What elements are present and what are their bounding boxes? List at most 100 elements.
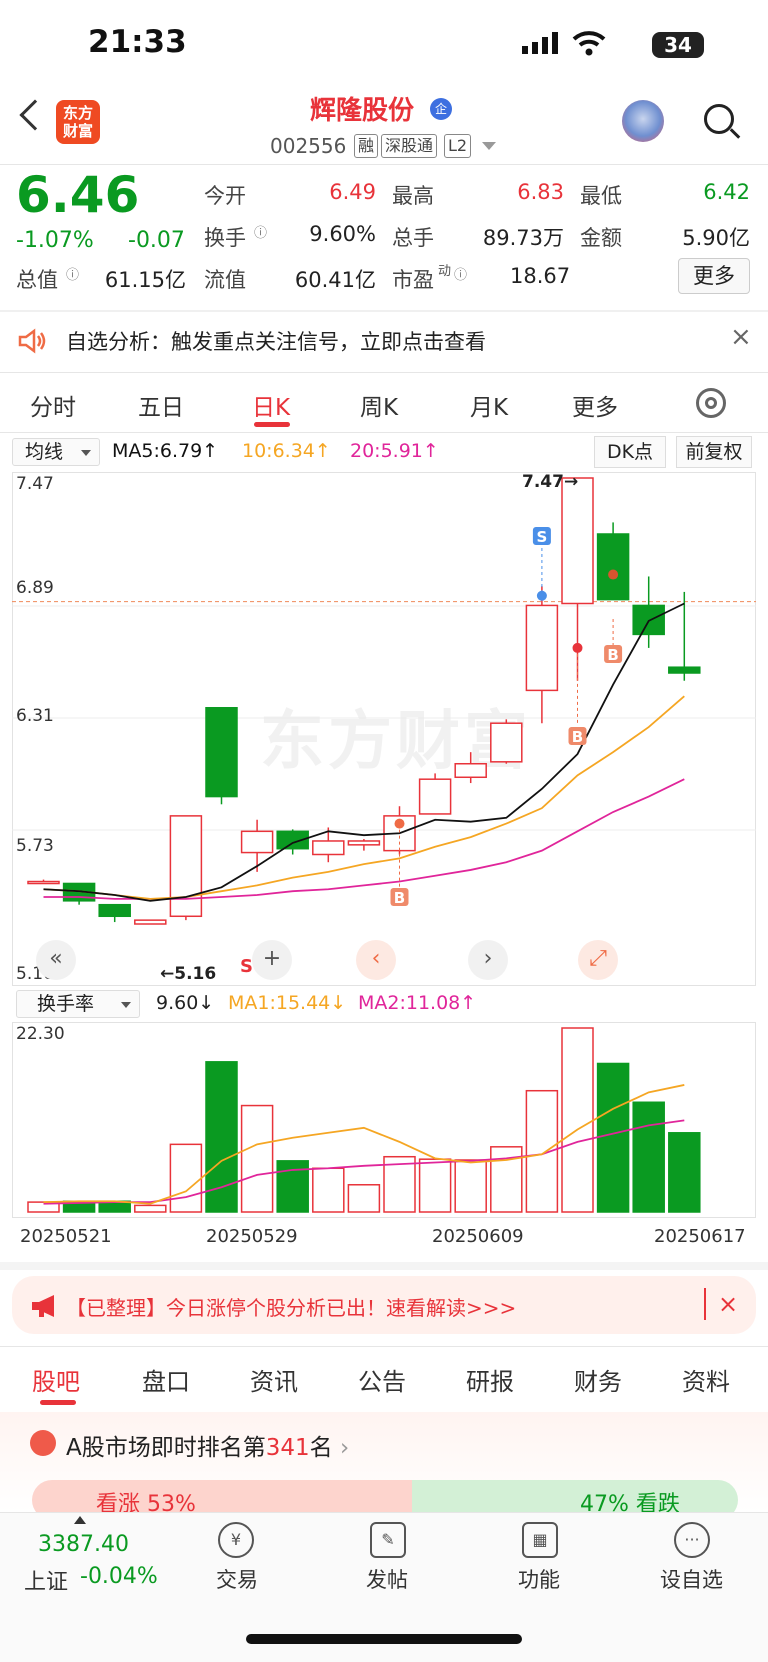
- caret-up-icon[interactable]: [74, 1516, 86, 1524]
- index-label[interactable]: 上证: [24, 1564, 68, 1596]
- stock-name[interactable]: 辉隆股份: [310, 90, 414, 127]
- signal-dot: [394, 818, 405, 829]
- y-axis-label: 6.89: [16, 578, 54, 598]
- subchart-select-label: 换手率: [37, 993, 95, 1015]
- tab-news[interactable]: 资讯: [250, 1362, 298, 1397]
- subchart-select[interactable]: 换手率: [16, 990, 140, 1018]
- battery-icon: 34: [652, 32, 704, 58]
- turnover-chart[interactable]: [12, 1022, 756, 1218]
- prev-icon[interactable]: ‹: [356, 940, 396, 980]
- zoom-in-icon[interactable]: +: [252, 940, 292, 980]
- candle-body: [668, 666, 701, 674]
- post-icon[interactable]: ✎: [370, 1522, 406, 1558]
- tab-monthly-k[interactable]: 月K: [470, 388, 508, 422]
- megaphone-icon: [32, 1295, 54, 1317]
- date-label: 20250609: [432, 1226, 524, 1247]
- trade-icon[interactable]: ¥: [218, 1522, 254, 1558]
- index-value[interactable]: 3387.40: [38, 1532, 129, 1557]
- pe-label: 市盈: [392, 268, 434, 292]
- fullscreen-icon[interactable]: ⤢: [578, 940, 618, 980]
- turnover-bar: [668, 1132, 701, 1213]
- speaker-icon: [18, 328, 46, 354]
- buy-signal: B: [390, 888, 409, 907]
- nav-add-watchlist[interactable]: 设自选: [660, 1564, 723, 1594]
- tab-announcements[interactable]: 公告: [358, 1362, 406, 1397]
- tab-five-day[interactable]: 五日: [138, 388, 184, 422]
- home-indicator[interactable]: [246, 1634, 522, 1644]
- rank-number: 341: [265, 1435, 310, 1461]
- search-icon[interactable]: [704, 104, 734, 134]
- candle-body: [98, 903, 131, 918]
- info-icon[interactable]: ⓘ: [454, 264, 467, 283]
- mktcap-value: 61.15亿: [104, 268, 186, 292]
- more-button[interactable]: 更多: [678, 258, 750, 294]
- ad-separator: [704, 1288, 706, 1320]
- tab-daily-k[interactable]: 日K: [252, 388, 290, 422]
- amount-label: 金额: [580, 226, 622, 250]
- indicator-select[interactable]: 均线: [12, 438, 100, 466]
- alert-message[interactable]: 自选分析：触发重点关注信号，立即点击查看: [66, 326, 486, 356]
- app-logo[interactable]: 东方财富: [56, 100, 100, 144]
- turnover-label: 换手: [204, 226, 246, 250]
- turnover-ma1: MA1:15.44↓: [228, 992, 347, 1014]
- tab-pankou[interactable]: 盘口: [142, 1362, 190, 1397]
- ma20-value: 20:5.91↑: [350, 440, 439, 462]
- turnover-y-max: 22.30: [16, 1024, 65, 1044]
- signal-dot: [608, 569, 619, 580]
- tab-guba[interactable]: 股吧: [32, 1362, 80, 1397]
- tab-more[interactable]: 更多: [572, 388, 618, 422]
- cellular-signal-icon: [522, 32, 558, 54]
- turnover-bar: [454, 1159, 487, 1213]
- turnover-current: 9.60↓: [156, 992, 215, 1014]
- turnover-bar: [312, 1167, 345, 1213]
- volume-value: 89.73万: [482, 226, 564, 250]
- info-icon[interactable]: ⓘ: [254, 222, 267, 241]
- candle-body: [525, 604, 559, 692]
- tab-weekly-k[interactable]: 周K: [360, 388, 398, 422]
- ad-text[interactable]: 【已整理】今日涨停个股分析已出！速看解读>>>: [66, 1292, 516, 1321]
- chevron-down-icon[interactable]: [482, 142, 496, 150]
- tab-profile[interactable]: 资料: [682, 1362, 730, 1397]
- kline-chart[interactable]: SBBBS: [12, 472, 756, 986]
- tab-minute[interactable]: 分时: [30, 388, 76, 422]
- scroll-left-icon[interactable]: «: [36, 940, 76, 980]
- sell-signal-blue-text: S: [536, 528, 547, 546]
- volume-label: 总手: [392, 226, 434, 250]
- nav-features[interactable]: 功能: [518, 1564, 560, 1594]
- index-change[interactable]: -0.04%: [80, 1564, 158, 1589]
- candle-body: [134, 919, 167, 925]
- close-icon[interactable]: ×: [730, 322, 752, 352]
- more-icon[interactable]: ···: [674, 1522, 710, 1558]
- tab-financials[interactable]: 财务: [574, 1362, 622, 1397]
- next-icon[interactable]: ›: [468, 940, 508, 980]
- ai-assistant-icon[interactable]: [622, 100, 664, 142]
- stock-code: 002556: [270, 134, 347, 158]
- level2-tag: L2: [444, 134, 472, 158]
- turnover-bar: [418, 1158, 452, 1213]
- candle-body: [561, 477, 594, 605]
- rank-text[interactable]: A股市场即时排名第341名 ›: [66, 1428, 349, 1462]
- back-arrow-icon[interactable]: [19, 99, 51, 131]
- candle-body: [312, 840, 345, 856]
- chevron-right-icon: ›: [339, 1435, 350, 1461]
- dk-point-button[interactable]: DK点: [594, 436, 666, 468]
- close-icon[interactable]: ×: [718, 1290, 738, 1318]
- adjust-button[interactable]: 前复权: [676, 436, 752, 468]
- gear-icon[interactable]: [696, 388, 726, 418]
- tab-research[interactable]: 研报: [466, 1362, 514, 1397]
- nav-post[interactable]: 发帖: [366, 1564, 408, 1594]
- pe-superscript: 动: [438, 264, 452, 279]
- pe-value: 18.67: [510, 264, 571, 288]
- candle-body: [454, 762, 487, 779]
- indicator-select-label: 均线: [25, 441, 64, 463]
- y-axis-label: 5.73: [16, 836, 54, 856]
- float-value: 60.41亿: [294, 268, 376, 292]
- low-value: 6.42: [703, 180, 750, 204]
- rank-suffix: 名: [309, 1435, 333, 1461]
- mktcap-label: 总值: [16, 268, 58, 292]
- info-icon[interactable]: ⓘ: [66, 264, 79, 283]
- nav-trade[interactable]: 交易: [216, 1564, 258, 1594]
- caret-down-icon: [121, 1002, 131, 1008]
- bar-chart-icon: [30, 1430, 56, 1456]
- features-icon[interactable]: ▦: [522, 1522, 558, 1558]
